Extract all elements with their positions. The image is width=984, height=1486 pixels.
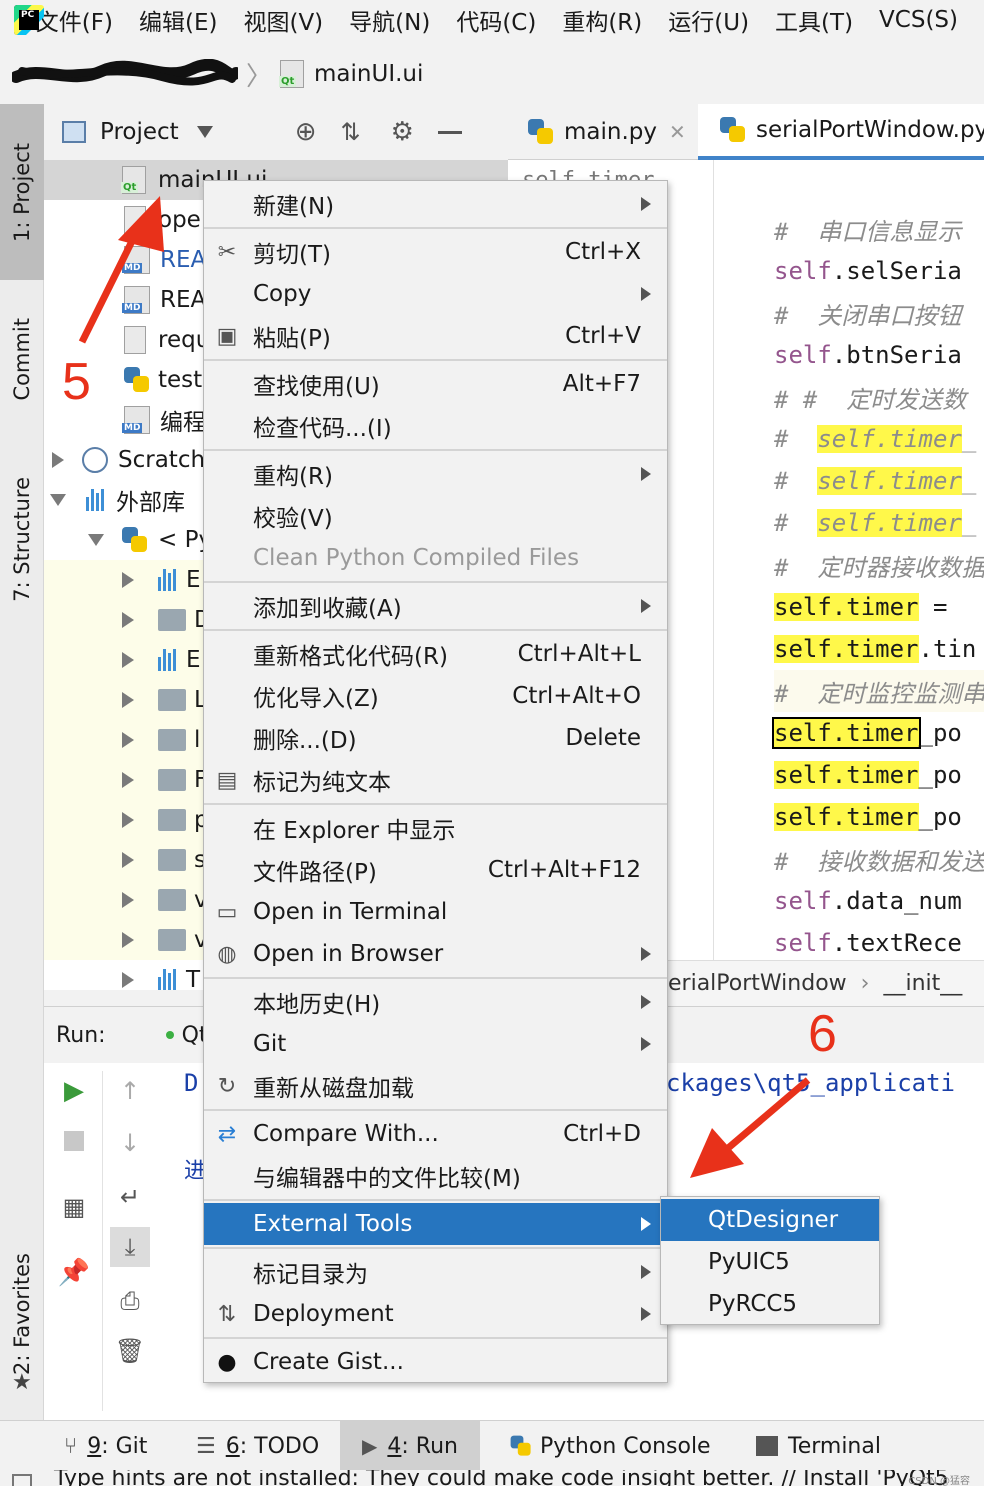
tab-num: 6 [225,1433,240,1459]
tool-tab-git[interactable]: ⑂ 9: Git [64,1421,147,1471]
list-icon: ☰ [196,1433,216,1459]
tool-tab-run[interactable]: ▶ 4: Run [340,1421,480,1471]
annotation-arrowhead-6 [690,1128,744,1178]
annotation-arrow-6 [717,1077,811,1158]
run-icon: ▶ [362,1434,378,1458]
tab-label: Terminal [788,1433,881,1459]
annotation-step-5: 5 [62,353,91,411]
terminal-icon [756,1436,778,1456]
annotation-arrows [78,196,811,1178]
tab-num: 4 [387,1433,402,1459]
status-message[interactable]: Type hints are not installed: They could… [54,1470,949,1486]
tool-tab-python-console[interactable]: Python Console [508,1421,711,1471]
status-bar: Type hints are not installed: They could… [0,1470,984,1486]
python-console-icon [510,1435,532,1457]
tool-tab-terminal[interactable]: Terminal [756,1421,881,1471]
status-icon [12,1474,32,1486]
tab-num: 9 [87,1433,102,1459]
tab-label: : Run [401,1433,458,1459]
git-branch-icon: ⑂ [64,1433,78,1459]
annotation-arrowhead-5 [118,196,164,252]
annotation-step-6: 6 [808,1005,837,1063]
tab-label: : TODO [239,1433,320,1459]
tool-tab-todo[interactable]: ☰ 6: TODO [196,1421,319,1471]
watermark: CSDN @猛容 [908,1476,970,1486]
tab-label: : Git [101,1433,148,1459]
bottom-tool-tabs: ⑂ 9: Git ☰ 6: TODO ▶ 4: Run Python Conso… [0,1420,984,1471]
tab-label: Python Console [540,1433,711,1459]
